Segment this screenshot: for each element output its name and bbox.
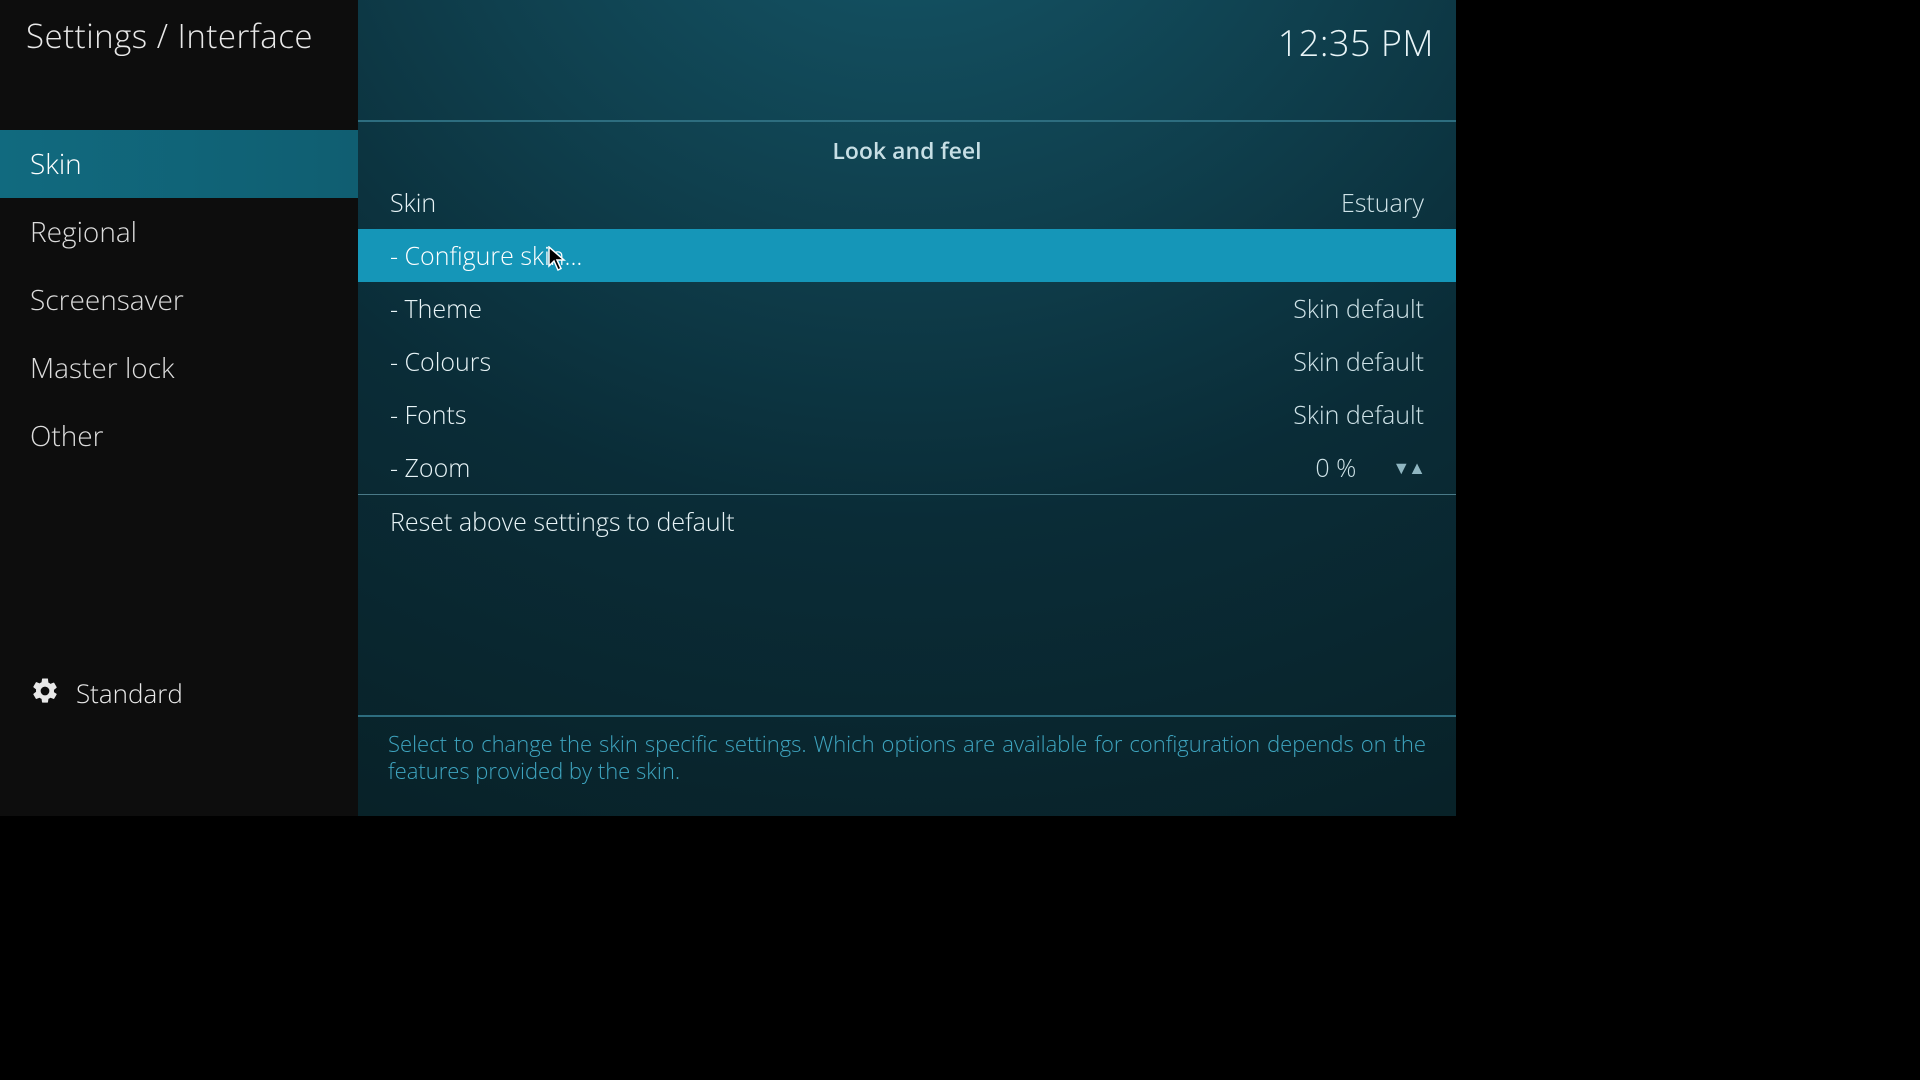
sidebar: Settings / Interface Skin Regional Scree…: [0, 0, 358, 816]
sidebar-item-regional[interactable]: Regional: [0, 198, 358, 266]
section-header: Look and feel: [358, 122, 1456, 176]
sidebar-item-label: Screensaver: [30, 281, 184, 319]
setting-label: - Colours: [390, 345, 491, 379]
setting-row-configure-skin[interactable]: - Configure skin...: [358, 229, 1456, 282]
setting-label: Reset above settings to default: [390, 505, 735, 539]
setting-value: Skin default: [1293, 292, 1424, 326]
setting-label: - Zoom: [390, 451, 470, 485]
setting-row-skin[interactable]: Skin Estuary: [358, 176, 1456, 229]
sidebar-item-master-lock[interactable]: Master lock: [0, 334, 358, 402]
setting-label: - Fonts: [390, 398, 467, 432]
settings-level-button[interactable]: Standard: [30, 675, 183, 711]
sidebar-item-screensaver[interactable]: Screensaver: [0, 266, 358, 334]
setting-value: 0 %: [1315, 451, 1356, 485]
setting-row-theme[interactable]: - Theme Skin default: [358, 282, 1456, 335]
main-panel: 12:35 PM Look and feel Skin Estuary - Co…: [358, 0, 1456, 816]
setting-value: Skin default: [1293, 398, 1424, 432]
sidebar-item-skin[interactable]: Skin: [0, 130, 358, 198]
setting-row-reset[interactable]: Reset above settings to default: [358, 495, 1456, 548]
sidebar-item-label: Master lock: [30, 349, 175, 387]
app-root: Settings / Interface Skin Regional Scree…: [0, 0, 1456, 816]
setting-row-zoom[interactable]: - Zoom 0 % ▼▲: [358, 441, 1456, 494]
setting-label: - Configure skin...: [390, 239, 582, 273]
spinner[interactable]: 0 % ▼▲: [1315, 451, 1424, 485]
header: Settings / Interface: [0, 0, 358, 70]
setting-row-colours[interactable]: - Colours Skin default: [358, 335, 1456, 388]
sidebar-items: Skin Regional Screensaver Master lock Ot…: [0, 130, 358, 470]
setting-label: Skin: [390, 186, 436, 220]
sidebar-item-label: Skin: [30, 145, 82, 183]
setting-value: Skin default: [1293, 345, 1424, 379]
settings-content: Look and feel Skin Estuary - Configure s…: [358, 120, 1456, 548]
sidebar-item-label: Other: [30, 417, 104, 455]
settings-level-label: Standard: [76, 675, 183, 711]
clock: 12:35 PM: [1278, 18, 1434, 67]
breadcrumb: Settings / Interface: [26, 13, 313, 58]
setting-row-fonts[interactable]: - Fonts Skin default: [358, 388, 1456, 441]
setting-value: Estuary: [1341, 186, 1424, 220]
sidebar-item-label: Regional: [30, 213, 137, 251]
setting-label: - Theme: [390, 292, 482, 326]
sidebar-item-other[interactable]: Other: [0, 402, 358, 470]
spinner-arrows-icon[interactable]: ▼▲: [1392, 456, 1424, 480]
gear-icon: [30, 676, 60, 711]
setting-description: Select to change the skin specific setti…: [358, 715, 1456, 784]
